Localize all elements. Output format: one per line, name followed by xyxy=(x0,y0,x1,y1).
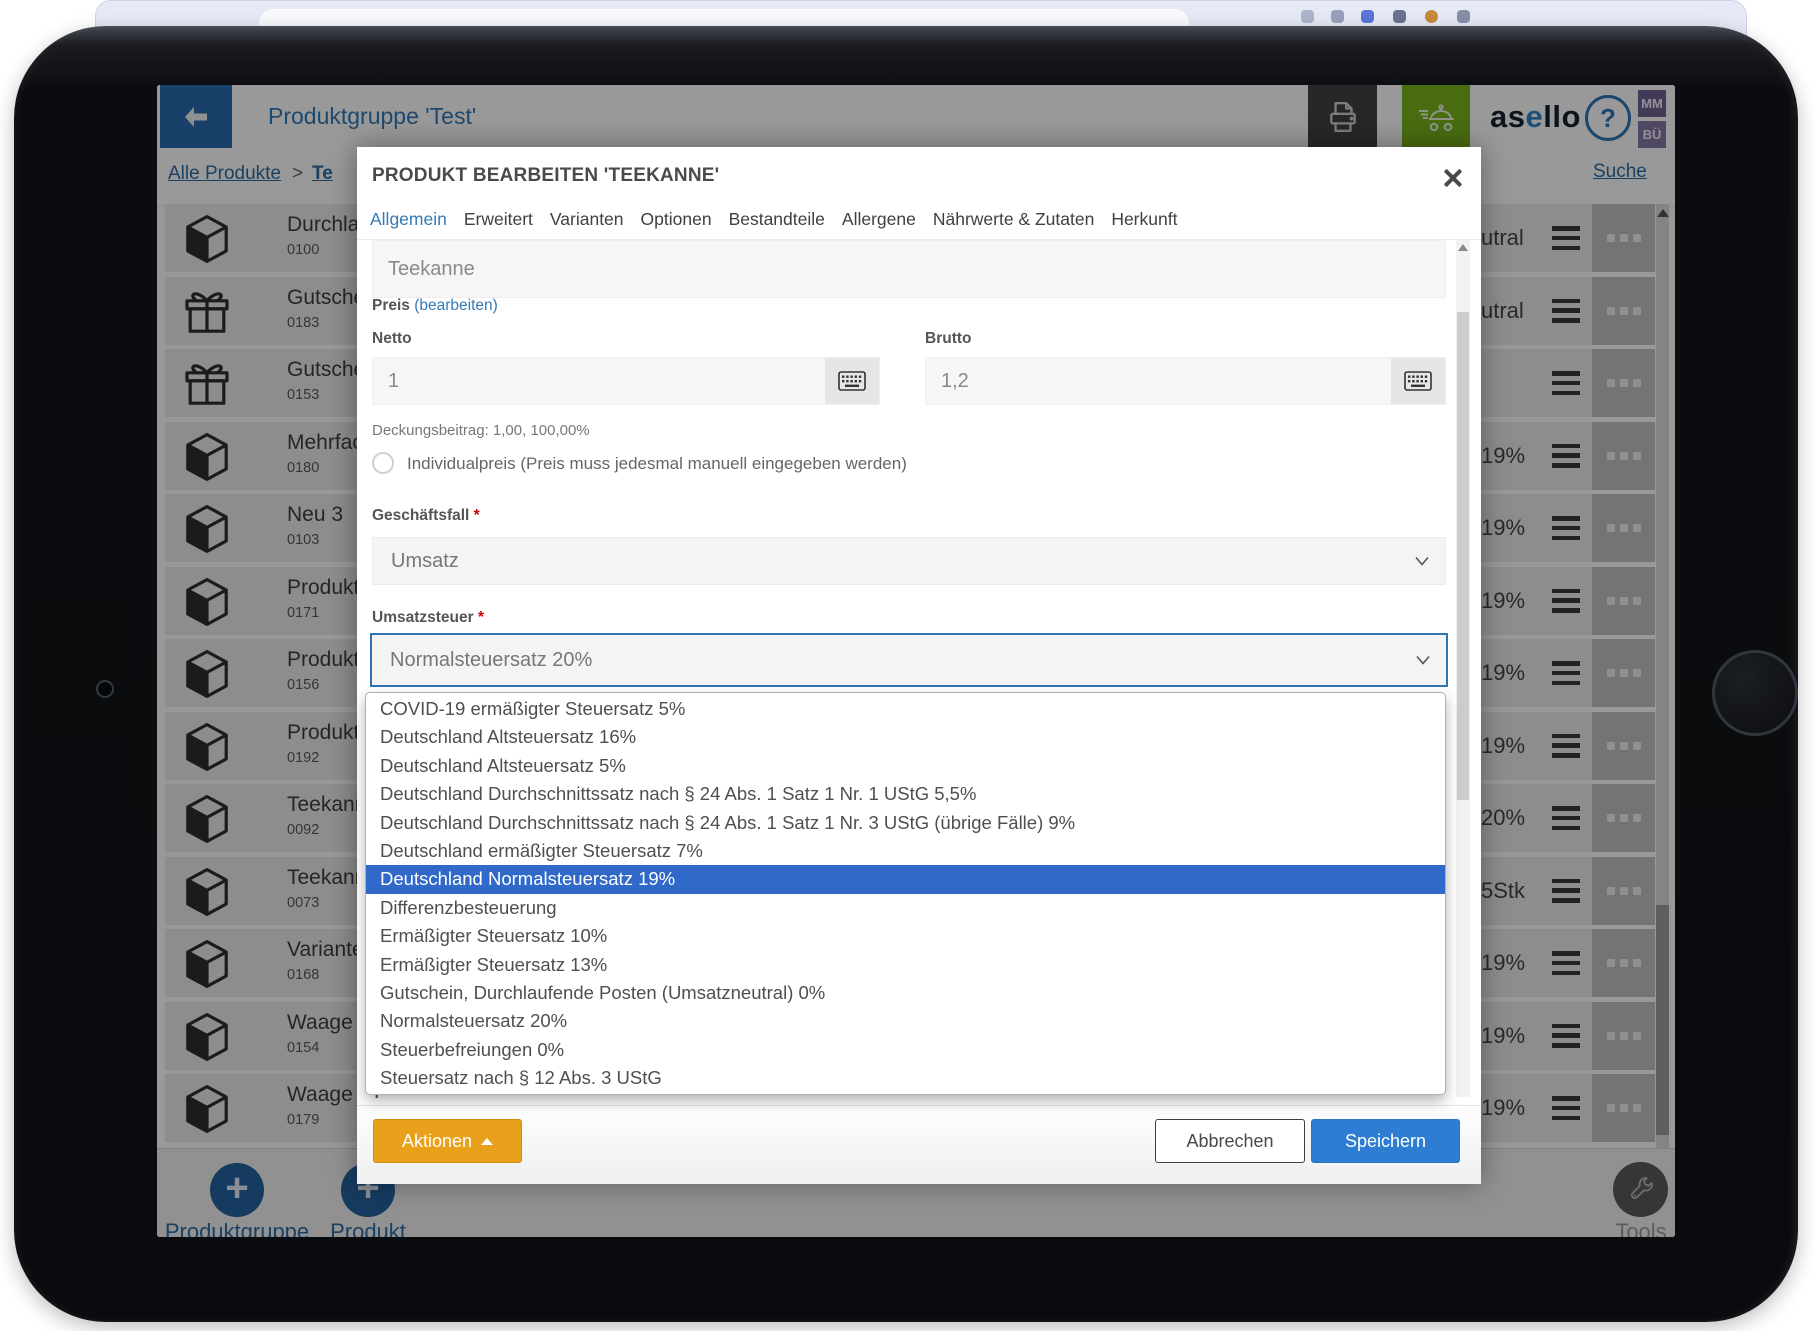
individual-price-label: Individualpreis (Preis muss jedesmal man… xyxy=(407,454,907,474)
contribution-text: Deckungsbeitrag: 1,00, 100,00% xyxy=(372,422,590,439)
vat-option[interactable]: Ermäßigter Steuersatz 13% xyxy=(366,951,1445,979)
vat-option[interactable]: Deutschland ermäßigter Steuersatz 7% xyxy=(366,837,1445,865)
tab-varianten[interactable]: Varianten xyxy=(550,209,624,230)
actions-button[interactable]: Aktionen xyxy=(373,1119,522,1163)
vat-dropdown: COVID-19 ermäßigter Steuersatz 5%Deutsch… xyxy=(365,692,1446,1095)
scroll-up-icon[interactable] xyxy=(1458,244,1468,251)
brutto-input[interactable]: 1,2 xyxy=(925,357,1446,405)
tablet-camera xyxy=(96,680,114,698)
browser-extension-icon xyxy=(1393,10,1406,23)
vat-option[interactable]: Normalsteuersatz 20% xyxy=(366,1007,1445,1035)
close-icon[interactable] xyxy=(1439,165,1465,191)
modal-title: PRODUKT BEARBEITEN 'TEEKANNE' xyxy=(372,165,719,187)
save-button[interactable]: Speichern xyxy=(1311,1119,1460,1163)
netto-value: 1 xyxy=(388,370,399,393)
chevron-down-icon xyxy=(1416,656,1430,665)
vat-option[interactable]: Steuersatz nach § 12 Abs. 3 UStG xyxy=(366,1064,1445,1092)
tab-allergene[interactable]: Allergene xyxy=(842,209,916,230)
business-case-value: Umsatz xyxy=(391,550,459,573)
tab-herkunft[interactable]: Herkunft xyxy=(1111,209,1177,230)
vat-label: Umsatzsteuer * xyxy=(372,609,484,627)
browser-profile-icon xyxy=(1425,10,1438,23)
product-name-value: Teekanne xyxy=(388,258,475,281)
netto-label: Netto xyxy=(372,330,412,348)
business-case-select[interactable]: Umsatz xyxy=(372,537,1446,585)
netto-input[interactable]: 1 xyxy=(372,357,880,405)
page: Produktgruppe 'Test' xyxy=(0,0,1815,1331)
tab-optionen[interactable]: Optionen xyxy=(641,209,712,230)
modal-scrollbar[interactable] xyxy=(1456,240,1470,1097)
tablet-home-button[interactable] xyxy=(1712,650,1798,736)
tab-erweitert[interactable]: Erweitert xyxy=(464,209,533,230)
browser-extension-icon xyxy=(1331,10,1344,23)
vat-option[interactable]: Deutschland Altsteuersatz 5% xyxy=(366,752,1445,780)
vat-select-value: Normalsteuersatz 20% xyxy=(390,649,592,672)
brutto-value: 1,2 xyxy=(941,370,969,393)
caret-up-icon xyxy=(481,1138,493,1145)
vat-option[interactable]: Deutschland Altsteuersatz 16% xyxy=(366,723,1445,751)
keyboard-icon xyxy=(1404,371,1432,391)
modal-footer: Aktionen Abbrechen Speichern xyxy=(357,1105,1481,1184)
tab-n-hrwerte-zutaten[interactable]: Nährwerte & Zutaten xyxy=(933,209,1094,230)
vat-select[interactable]: Normalsteuersatz 20% xyxy=(370,633,1448,687)
cancel-button[interactable]: Abbrechen xyxy=(1155,1119,1305,1163)
vat-option[interactable]: Deutschland Durchschnittssatz nach § 24 … xyxy=(366,780,1445,808)
modal-tabs: Allgemein Erweitert Varianten Optionen Besta… xyxy=(370,209,1177,230)
brutto-label: Brutto xyxy=(925,330,972,348)
vat-option[interactable]: Ermäßigter Steuersatz 10% xyxy=(366,922,1445,950)
tab-bestandteile[interactable]: Bestandteile xyxy=(729,209,825,230)
product-name-input[interactable]: Teekanne xyxy=(372,240,1446,298)
netto-keyboard-button[interactable] xyxy=(825,358,879,404)
vat-option[interactable]: Deutschland Normalsteuersatz 19% xyxy=(366,865,1445,893)
browser-menu-icon xyxy=(1457,10,1470,23)
modal-scrollbar-thumb[interactable] xyxy=(1457,312,1469,800)
vat-option[interactable]: Deutschland Durchschnittssatz nach § 24 … xyxy=(366,809,1445,837)
price-label: Preis (bearbeiten) xyxy=(372,297,498,315)
browser-extension-icon xyxy=(1361,10,1374,23)
vat-option[interactable]: COVID-19 ermäßigter Steuersatz 5% xyxy=(366,695,1445,723)
vat-option[interactable]: Steuerbefreiungen 0% xyxy=(366,1036,1445,1064)
individual-price-radio[interactable] xyxy=(372,452,394,474)
chevron-down-icon xyxy=(1415,557,1429,566)
vat-option[interactable]: Gutschein, Durchlaufende Posten (Umsatzn… xyxy=(366,979,1445,1007)
business-case-label: Geschäftsfall * xyxy=(372,507,480,525)
price-edit-link[interactable]: (bearbeiten) xyxy=(414,297,498,314)
vat-option[interactable]: Differenzbesteuerung xyxy=(366,894,1445,922)
brutto-keyboard-button[interactable] xyxy=(1391,358,1445,404)
browser-extension-icon xyxy=(1301,10,1314,23)
tab-allgemein[interactable]: Allgemein xyxy=(370,209,447,230)
keyboard-icon xyxy=(838,371,866,391)
